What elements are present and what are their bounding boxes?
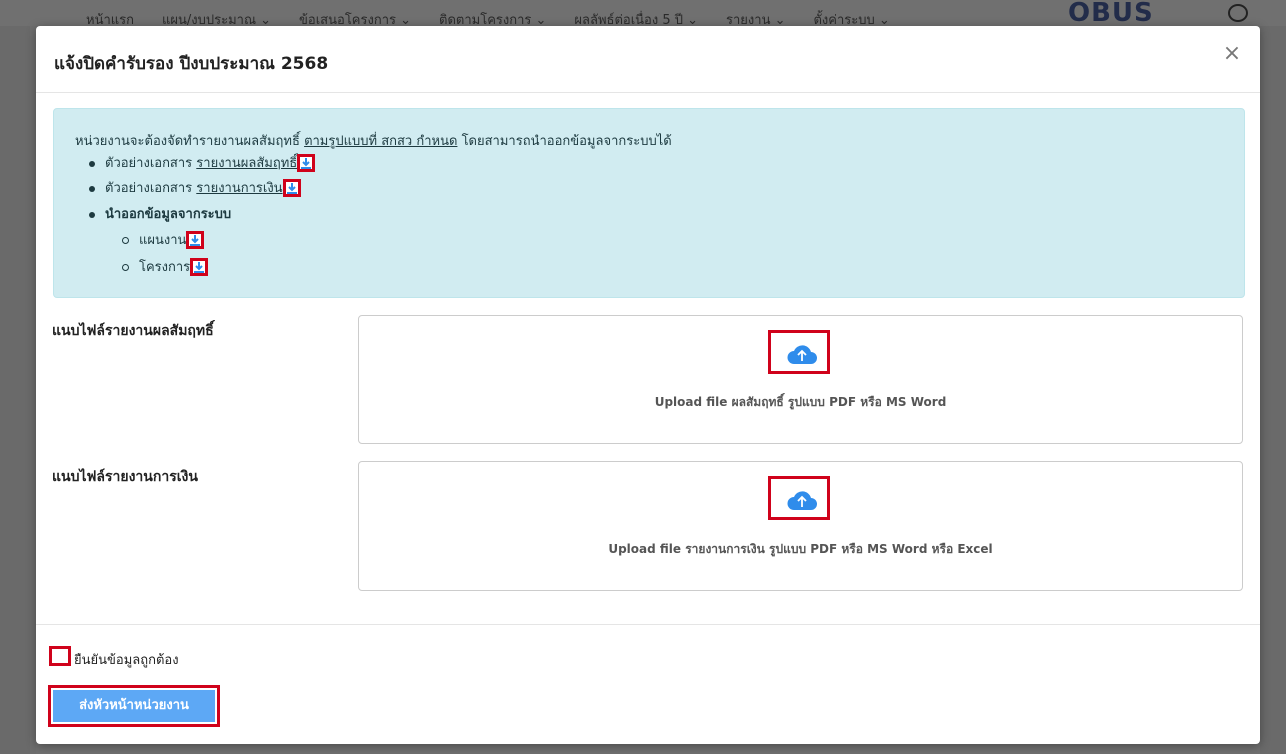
background-logo: OBUS [1068, 0, 1154, 28]
background-bottom [36, 744, 1260, 754]
list-item-text: นำออกข้อมูลจากระบบ [105, 207, 232, 222]
intro-text: หน่วยงานจะต้องจัดทำรายงานผลสัมฤทธิ์ [75, 134, 305, 149]
list-item-export-plan: แผนงาน [122, 229, 205, 250]
submit-to-head-label: ส่งหัวหน้าหน่วยงาน [53, 690, 215, 722]
background-right [1260, 26, 1286, 754]
confirm-checkbox[interactable] [49, 646, 71, 666]
sample-finance-report-link[interactable]: รายงานการเงิน [196, 181, 282, 196]
list-item-text: โครงการ [139, 260, 191, 275]
info-alert: หน่วยงานจะต้องจัดทำรายงานผลสัมฤทธิ์ ตามร… [53, 108, 1245, 298]
download-icon[interactable] [186, 230, 205, 249]
modal-footer: ยืนยันข้อมูลถูกต้อง ส่งหัวหน้าหน่วยงาน [36, 624, 1260, 745]
confirm-label[interactable]: ยืนยันข้อมูลถูกต้อง [74, 649, 179, 670]
cloud-upload-icon[interactable] [768, 476, 830, 520]
sample-outcome-report-link[interactable]: รายงานผลสัมฤทธิ์ [196, 156, 297, 171]
upload-outcome-label: แนบไฟล์รายงานผลสัมฤทธิ์ [52, 323, 214, 339]
list-item-export-project: โครงการ [122, 256, 209, 277]
cloud-upload-icon[interactable] [768, 330, 830, 374]
upload-finance-label: แนบไฟล์รายงานการเงิน [52, 469, 198, 485]
download-icon[interactable] [190, 257, 209, 276]
template-format-link[interactable]: ตามรูปแบบที่ สกสว กำหนด [304, 134, 457, 149]
list-item-sample-finance: ตัวอย่างเอกสาร รายงานการเงิน [89, 177, 301, 198]
list-item-text: ตัวอย่างเอกสาร [105, 156, 197, 171]
close-button[interactable]: × [1218, 40, 1246, 68]
background-navbar: หน้าแรก แผน/งบประมาณ ⌄ ข้อเสนอโครงการ ⌄ … [0, 0, 1286, 28]
list-item-text: ตัวอย่างเอกสาร [105, 181, 197, 196]
list-item-text: แผนงาน [139, 233, 187, 248]
upload-outcome-hint: Upload file ผลสัมฤทธิ์ รูปแบบ PDF หรือ M… [654, 395, 947, 409]
modal-header: แจ้งปิดคำรับรอง ปีงบประมาณ 2568 × [36, 26, 1260, 93]
upload-outcome-dropzone[interactable]: Upload file ผลสัมฤทธิ์ รูปแบบ PDF หรือ M… [358, 315, 1243, 444]
info-intro: หน่วยงานจะต้องจัดทำรายงานผลสัมฤทธิ์ ตามร… [75, 130, 672, 151]
circle-bullet [122, 264, 129, 271]
bullet [89, 211, 95, 218]
modal-title: แจ้งปิดคำรับรอง ปีงบประมาณ 2568 [54, 54, 329, 74]
upload-finance-dropzone[interactable]: Upload file รายงานการเงิน รูปแบบ PDF หรื… [358, 461, 1243, 591]
download-icon[interactable] [282, 178, 301, 197]
bullet [89, 160, 95, 167]
list-item-export: นำออกข้อมูลจากระบบ [89, 203, 231, 224]
intro-text-end: โดยสามารถนำออกข้อมูลจากระบบได้ [457, 134, 672, 149]
circle-bullet [122, 237, 129, 244]
download-icon[interactable] [297, 153, 316, 172]
background-left [0, 26, 30, 754]
submit-to-head-button[interactable]: ส่งหัวหน้าหน่วยงาน [48, 685, 220, 727]
list-item-sample-outcome: ตัวอย่างเอกสาร รายงานผลสัมฤทธิ์ [89, 152, 316, 173]
chat-icon [1228, 4, 1248, 22]
bullet [89, 185, 95, 192]
close-contract-modal: แจ้งปิดคำรับรอง ปีงบประมาณ 2568 × หน่วยง… [36, 26, 1260, 744]
upload-finance-hint: Upload file รายงานการเงิน รูปแบบ PDF หรื… [608, 542, 993, 556]
